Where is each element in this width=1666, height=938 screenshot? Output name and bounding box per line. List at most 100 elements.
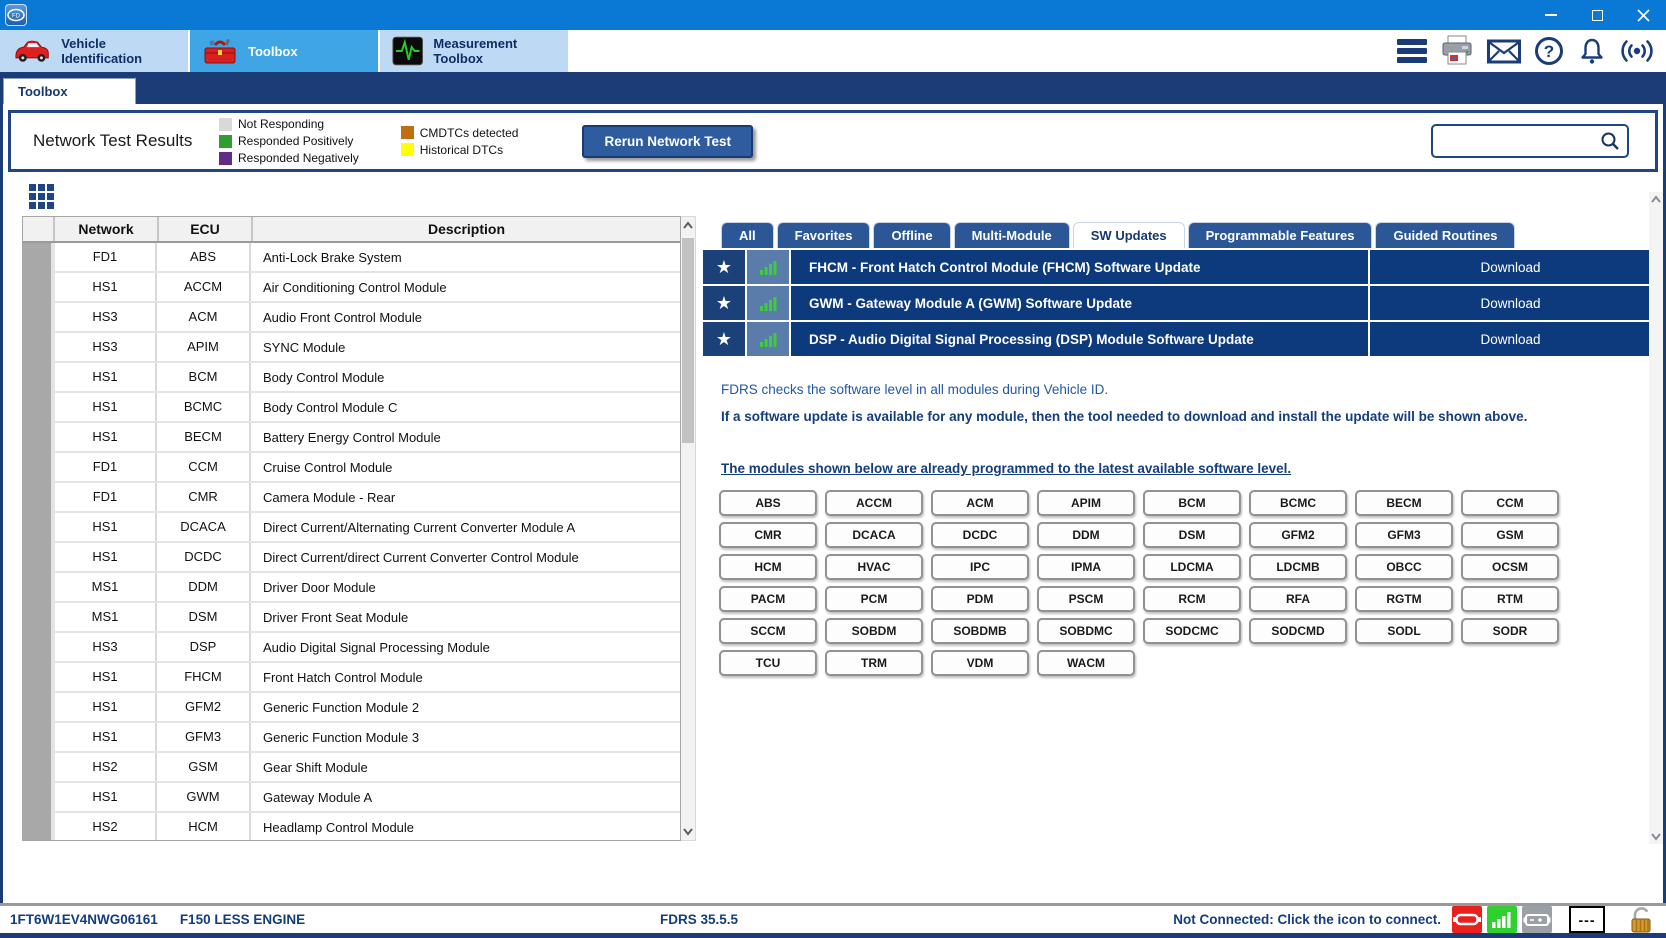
table-row[interactable]: HS3DSPAudio Digital Signal Processing Mo… [55, 633, 680, 661]
module-button-gsm[interactable]: GSM [1461, 522, 1559, 548]
table-row[interactable]: HS1GFM2Generic Function Module 2 [55, 693, 680, 721]
table-row[interactable]: HS1DCACADirect Current/Alternating Curre… [55, 513, 680, 541]
chevron-up-icon[interactable] [1650, 195, 1662, 204]
close-button[interactable] [1620, 0, 1666, 30]
unlocked-padlock-icon[interactable] [1626, 906, 1656, 933]
module-button-rgtm[interactable]: RGTM [1355, 586, 1453, 612]
grid-view-icon[interactable] [29, 184, 54, 209]
module-button-bcmc[interactable]: BCMC [1249, 490, 1347, 516]
table-row[interactable]: HS1ACCMAir Conditioning Control Module [55, 273, 680, 301]
module-button-accm[interactable]: ACCM [825, 490, 923, 516]
table-row[interactable]: HS2HCMHeadlamp Control Module [55, 813, 680, 840]
table-row[interactable]: HS2GSMGear Shift Module [55, 753, 680, 781]
module-button-rtm[interactable]: RTM [1461, 586, 1559, 612]
module-button-pcm[interactable]: PCM [825, 586, 923, 612]
vci-device-icon[interactable] [1452, 906, 1482, 933]
table-row[interactable]: HS3APIMSYNC Module [55, 333, 680, 361]
module-button-dsm[interactable]: DSM [1143, 522, 1241, 548]
module-button-cmr[interactable]: CMR [719, 522, 817, 548]
table-row[interactable]: MS1DDMDriver Door Module [55, 573, 680, 601]
download-button[interactable]: Download [1370, 286, 1651, 320]
window-scrollbar[interactable] [1649, 192, 1663, 844]
table-row[interactable]: HS3ACMAudio Front Control Module [55, 303, 680, 331]
minimize-button[interactable] [1528, 0, 1574, 30]
menu-icon[interactable] [1397, 39, 1427, 63]
tab-toolbox[interactable]: Toolbox [190, 30, 380, 72]
tab-programmable-features[interactable]: Programmable Features [1188, 222, 1373, 248]
module-button-hcm[interactable]: HCM [719, 554, 817, 580]
maximize-button[interactable] [1574, 0, 1620, 30]
tab-offline[interactable]: Offline [873, 222, 950, 248]
battery-status-icon[interactable] [1522, 906, 1552, 933]
module-button-ocsm[interactable]: OCSM [1461, 554, 1559, 580]
download-button[interactable]: Download [1370, 322, 1651, 356]
module-button-ipma[interactable]: IPMA [1037, 554, 1135, 580]
module-button-apim[interactable]: APIM [1037, 490, 1135, 516]
search-icon[interactable] [1600, 131, 1620, 151]
module-button-obcc[interactable]: OBCC [1355, 554, 1453, 580]
module-button-ldcma[interactable]: LDCMA [1143, 554, 1241, 580]
module-button-wacm[interactable]: WACM [1037, 650, 1135, 676]
favorite-star-button[interactable]: ★ [703, 250, 745, 284]
module-button-bcm[interactable]: BCM [1143, 490, 1241, 516]
module-button-sodcmd[interactable]: SODCMD [1249, 618, 1347, 644]
module-button-sodr[interactable]: SODR [1461, 618, 1559, 644]
table-row[interactable]: HS1GWMGateway Module A [55, 783, 680, 811]
module-button-pdm[interactable]: PDM [931, 586, 1029, 612]
scroll-down-button[interactable] [681, 823, 695, 840]
module-button-becm[interactable]: BECM [1355, 490, 1453, 516]
module-button-pacm[interactable]: PACM [719, 586, 817, 612]
table-row[interactable]: HS1GFM3Generic Function Module 3 [55, 723, 680, 751]
table-scrollbar[interactable] [681, 216, 696, 841]
rerun-network-test-button[interactable]: Rerun Network Test [582, 125, 753, 158]
tab-favorites[interactable]: Favorites [777, 222, 871, 248]
tab-all[interactable]: All [721, 222, 774, 248]
table-row[interactable]: HS1DCDCDirect Current/direct Current Con… [55, 543, 680, 571]
table-row[interactable]: MS1DSMDriver Front Seat Module [55, 603, 680, 631]
module-button-ddm[interactable]: DDM [1037, 522, 1135, 548]
module-button-sodl[interactable]: SODL [1355, 618, 1453, 644]
wireless-icon[interactable] [1620, 36, 1654, 66]
bell-icon[interactable] [1577, 36, 1607, 66]
module-button-vdm[interactable]: VDM [931, 650, 1029, 676]
module-button-abs[interactable]: ABS [719, 490, 817, 516]
module-button-ipc[interactable]: IPC [931, 554, 1029, 580]
module-button-dcdc[interactable]: DCDC [931, 522, 1029, 548]
printer-icon[interactable] [1440, 35, 1474, 67]
module-button-pscm[interactable]: PSCM [1037, 586, 1135, 612]
module-button-sobdmb[interactable]: SOBDMB [931, 618, 1029, 644]
table-row[interactable]: FD1CCMCruise Control Module [55, 453, 680, 481]
module-button-gfm2[interactable]: GFM2 [1249, 522, 1347, 548]
favorite-star-button[interactable]: ★ [703, 286, 745, 320]
module-button-gfm3[interactable]: GFM3 [1355, 522, 1453, 548]
table-row[interactable]: HS1BCMBody Control Module [55, 363, 680, 391]
scroll-up-button[interactable] [681, 217, 695, 234]
table-row[interactable]: HS1FHCMFront Hatch Control Module [55, 663, 680, 691]
module-button-ccm[interactable]: CCM [1461, 490, 1559, 516]
tab-measurement-toolbox[interactable]: Measurement Toolbox [380, 30, 570, 72]
download-button[interactable]: Download [1370, 250, 1651, 284]
module-button-acm[interactable]: ACM [931, 490, 1029, 516]
subtab-toolbox[interactable]: Toolbox [3, 78, 136, 104]
table-row[interactable]: FD1ABSAnti-Lock Brake System [55, 243, 680, 271]
help-icon[interactable]: ? [1534, 36, 1564, 66]
module-button-hvac[interactable]: HVAC [825, 554, 923, 580]
chevron-down-icon[interactable] [1650, 832, 1662, 841]
module-button-ldcmb[interactable]: LDCMB [1249, 554, 1347, 580]
tab-sw-updates[interactable]: SW Updates [1073, 222, 1185, 248]
module-button-trm[interactable]: TRM [825, 650, 923, 676]
table-row[interactable]: HS1BCMCBody Control Module C [55, 393, 680, 421]
module-button-rcm[interactable]: RCM [1143, 586, 1241, 612]
scrollbar-thumb[interactable] [682, 238, 694, 443]
search-input[interactable] [1441, 128, 1600, 154]
favorite-star-button[interactable]: ★ [703, 322, 745, 356]
signal-strength-icon[interactable] [1487, 906, 1517, 933]
module-button-dcaca[interactable]: DCACA [825, 522, 923, 548]
module-button-sccm[interactable]: SCCM [719, 618, 817, 644]
mail-icon[interactable] [1487, 39, 1521, 64]
module-button-sobdmc[interactable]: SOBDMC [1037, 618, 1135, 644]
module-button-tcu[interactable]: TCU [719, 650, 817, 676]
module-button-sobdm[interactable]: SOBDM [825, 618, 923, 644]
tab-multi-module[interactable]: Multi-Module [954, 222, 1070, 248]
table-row[interactable]: FD1CMRCamera Module - Rear [55, 483, 680, 511]
